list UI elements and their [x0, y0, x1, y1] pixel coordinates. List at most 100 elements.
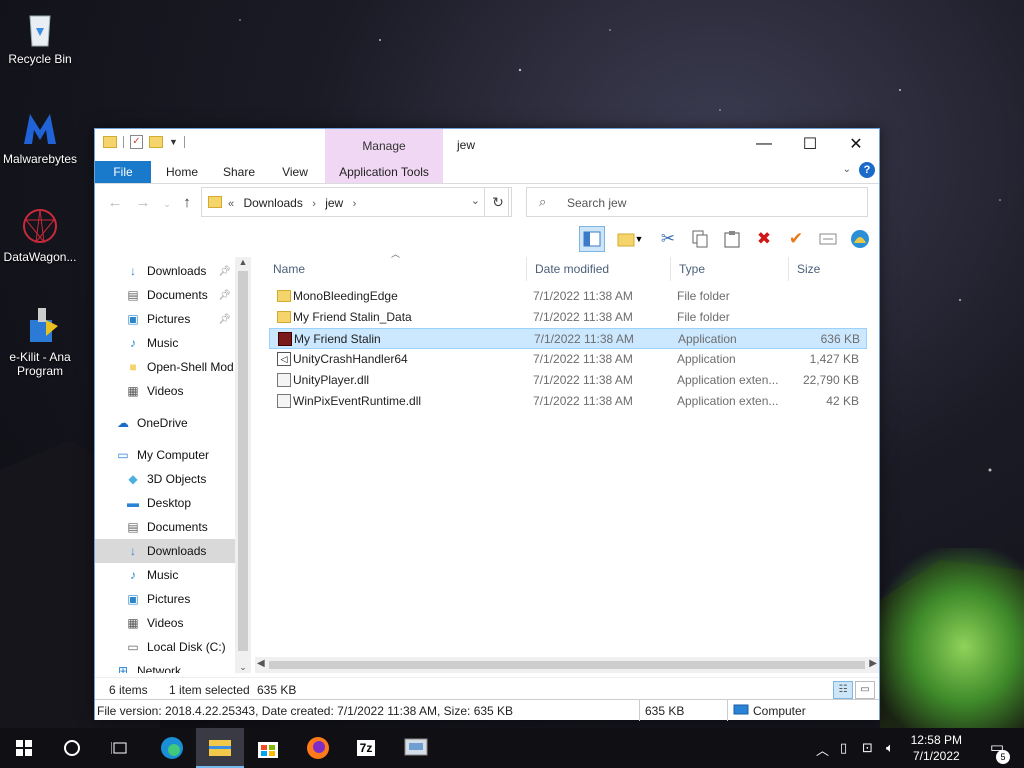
scrollbar-thumb[interactable]: [269, 661, 865, 669]
network-icon[interactable]: ⊡: [862, 740, 873, 756]
expand-ribbon-chevron-icon[interactable]: ⌄: [843, 164, 851, 175]
nav-item-label: Downloads: [147, 544, 207, 558]
system-clock[interactable]: 12:58 PM 7/1/2022: [911, 732, 962, 764]
nav-item-network[interactable]: ⊞ Network: [95, 659, 235, 673]
copy-icon[interactable]: [687, 226, 713, 252]
rename-icon[interactable]: [815, 226, 841, 252]
file-row[interactable]: ◁ UnityCrashHandler64 7/1/2022 11:38 AM App…: [269, 349, 867, 370]
7zip-icon[interactable]: 7z: [342, 728, 390, 768]
up-arrow-icon[interactable]: ↑: [177, 193, 197, 213]
nav-item-label: 3D Objects: [147, 472, 207, 486]
help-icon[interactable]: ?: [859, 162, 875, 178]
file-name: My Friend Stalin: [294, 332, 381, 346]
nav-item-my-computer[interactable]: ▭ My Computer: [95, 443, 235, 467]
delete-icon[interactable]: ✖: [751, 226, 777, 252]
breadcrumb-separator-icon[interactable]: ›: [312, 198, 316, 210]
nav-item-open-shell-mod[interactable]: ■ Open-Shell Mod: [95, 355, 235, 379]
music-icon: ♪: [130, 336, 136, 350]
volume-icon[interactable]: 🔈︎: [886, 740, 894, 756]
scroll-down-icon[interactable]: ⌄: [235, 662, 251, 673]
search-input[interactable]: Search jew: [567, 196, 626, 210]
customize-toolbar-chevron-icon[interactable]: ▼: [169, 137, 178, 147]
nav-item-local-disk-c[interactable]: ▭ Local Disk (C:): [95, 635, 235, 659]
breadcrumb-jew[interactable]: jew: [325, 196, 343, 210]
nav-item-videos[interactable]: ▦ Videos: [95, 379, 235, 403]
nav-item-downloads[interactable]: ↓ Downloads 📌︎: [95, 259, 235, 283]
column-type[interactable]: Type: [671, 257, 789, 281]
nav-item-onedrive[interactable]: ☁ OneDrive: [95, 411, 235, 435]
videos-icon: ▦: [127, 616, 139, 630]
nav-item-music[interactable]: ♪ Music: [95, 563, 235, 587]
column-name[interactable]: Name: [265, 257, 527, 281]
address-dropdown-icon[interactable]: ⌄: [471, 194, 480, 207]
breadcrumb-separator-icon[interactable]: ›: [353, 198, 357, 210]
forward-arrow-icon[interactable]: →: [133, 193, 153, 213]
checkmark-icon[interactable]: ✔: [783, 226, 809, 252]
file-row[interactable]: MonoBleedingEdge 7/1/2022 11:38 AM File fo…: [269, 286, 867, 307]
tab-home[interactable]: Home: [157, 161, 207, 183]
file-row[interactable]: UnityPlayer.dll 7/1/2022 11:38 AM Applicat…: [269, 370, 867, 391]
nav-item-videos[interactable]: ▦ Videos: [95, 611, 235, 635]
scroll-right-icon[interactable]: ▶: [869, 658, 877, 669]
paste-icon[interactable]: [719, 226, 745, 252]
properties-icon[interactable]: ✓: [130, 135, 143, 149]
desktop-icon-recycle-bin[interactable]: Recycle Bin: [0, 8, 80, 66]
file-row[interactable]: My Friend Stalin 7/1/2022 11:38 AM Applica…: [269, 328, 867, 349]
nav-item-downloads[interactable]: ↓ Downloads: [95, 539, 235, 563]
maximize-button[interactable]: ☐: [787, 129, 833, 159]
start-button[interactable]: [0, 728, 48, 768]
back-arrow-icon[interactable]: ←: [105, 193, 125, 213]
tab-file[interactable]: File: [95, 161, 151, 183]
show-hidden-icons-chevron-icon[interactable]: ︿: [816, 740, 829, 759]
nav-item-desktop[interactable]: ▬ Desktop: [95, 491, 235, 515]
recent-locations-chevron-icon[interactable]: ⌄: [157, 193, 177, 213]
dll-icon: [277, 373, 291, 387]
clock-time: 12:58 PM: [910, 733, 962, 747]
refresh-button[interactable]: ↻: [484, 187, 512, 217]
minimize-button[interactable]: —: [741, 129, 787, 159]
store-icon[interactable]: [244, 728, 292, 768]
large-icons-view-button[interactable]: ▭: [855, 681, 875, 699]
tab-share[interactable]: Share: [215, 161, 263, 183]
nav-item-pictures[interactable]: ▣ Pictures: [95, 587, 235, 611]
tab-application-tools[interactable]: Application Tools: [325, 161, 443, 183]
task-view-icon[interactable]: [96, 728, 144, 768]
file-row[interactable]: My Friend Stalin_Data 7/1/2022 11:38 AM Fi…: [269, 307, 867, 328]
nav-item-music[interactable]: ♪ Music: [95, 331, 235, 355]
column-size[interactable]: Size: [789, 257, 867, 281]
address-bar[interactable]: « Downloads › jew › ⌄: [201, 187, 509, 217]
scroll-up-icon[interactable]: ▲: [235, 257, 251, 267]
folder-options-button[interactable]: ▼: [611, 226, 649, 252]
nav-item-documents[interactable]: ▤ Documents: [95, 515, 235, 539]
new-folder-icon[interactable]: [149, 136, 163, 148]
search-circle-icon[interactable]: [48, 728, 96, 768]
desktop-icon-datawagon[interactable]: DataWagon...: [0, 206, 80, 264]
file-name: UnityCrashHandler64: [293, 352, 408, 366]
details-view-button[interactable]: ☷: [833, 681, 853, 699]
nav-item-label: My Computer: [137, 448, 210, 462]
breadcrumb-overflow[interactable]: «: [228, 198, 234, 210]
cut-icon[interactable]: ✂: [655, 226, 681, 252]
scroll-left-icon[interactable]: ◀: [257, 658, 265, 669]
desktop-icon-ekilit[interactable]: e-Kilit - Ana Program: [0, 306, 80, 378]
edge-icon[interactable]: [148, 728, 196, 768]
nav-item-pictures[interactable]: ▣ Pictures 📌︎: [95, 307, 235, 331]
control-panel-icon[interactable]: [392, 728, 440, 768]
close-button[interactable]: ✕: [833, 129, 879, 159]
firefox-icon[interactable]: [294, 728, 342, 768]
column-date-modified[interactable]: Date modified: [527, 257, 671, 281]
file-row[interactable]: WinPixEventRuntime.dll 7/1/2022 11:38 AM A…: [269, 391, 867, 412]
navigation-pane-scrollbar[interactable]: ▲ ⌄: [235, 257, 251, 673]
nav-item-3d-objects[interactable]: ◆ 3D Objects: [95, 467, 235, 491]
nav-item-documents[interactable]: ▤ Documents 📌︎: [95, 283, 235, 307]
scrollbar-thumb[interactable]: [238, 271, 248, 651]
open-shell-icon[interactable]: [847, 226, 873, 252]
search-box[interactable]: ⌕ Search jew: [526, 187, 868, 217]
tab-view[interactable]: View: [271, 161, 319, 183]
preview-pane-button[interactable]: [579, 226, 605, 252]
desktop-icon-malwarebytes[interactable]: Malwarebytes: [0, 108, 80, 166]
file-explorer-icon[interactable]: [196, 728, 244, 768]
tablet-mode-icon[interactable]: ▯: [840, 740, 847, 756]
breadcrumb-downloads[interactable]: Downloads: [243, 196, 302, 210]
file-list-horizontal-scrollbar[interactable]: ◀ ▶: [255, 657, 879, 673]
